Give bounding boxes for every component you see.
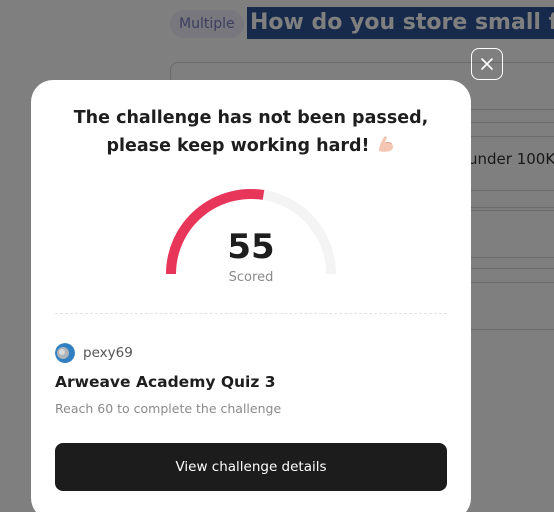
quiz-title: Arweave Academy Quiz 3 — [55, 373, 276, 391]
score-value: 55 — [227, 227, 275, 267]
view-challenge-details-button[interactable]: View challenge details — [55, 443, 447, 491]
close-icon — [481, 58, 493, 70]
author-name: pexy69 — [83, 345, 133, 361]
author[interactable]: pexy69 — [55, 343, 133, 363]
dashed-divider — [55, 313, 447, 314]
modal-title-line-2: please keep working hard! — [106, 136, 370, 156]
pass-requirement: Reach 60 to complete the challenge — [55, 401, 282, 416]
avatar — [55, 343, 75, 363]
close-button[interactable] — [471, 48, 503, 80]
modal-title-line-1: The challenge has not been passed, — [73, 108, 429, 128]
score-label: Scored — [228, 270, 274, 285]
modal-title: The challenge has not been passed, pleas… — [31, 104, 471, 163]
modal-title-line-2-wrap: please keep working hard! — [31, 132, 471, 163]
result-modal: The challenge has not been passed, pleas… — [31, 80, 471, 512]
flexed-biceps-icon — [376, 134, 396, 163]
